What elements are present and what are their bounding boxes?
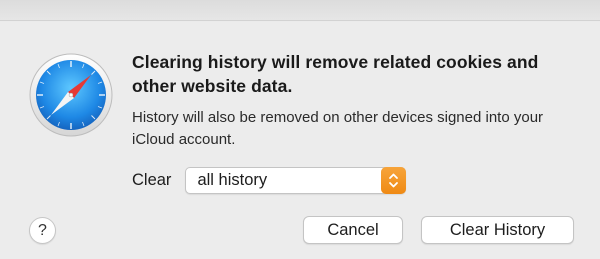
- clear-range-select[interactable]: all history: [185, 166, 407, 194]
- clear-history-button[interactable]: Clear History: [421, 216, 574, 244]
- dialog-message: History will also be removed on other de…: [132, 109, 544, 148]
- popup-stepper[interactable]: [381, 166, 407, 194]
- clear-range-value: all history: [197, 170, 268, 189]
- help-button[interactable]: ?: [29, 217, 56, 244]
- clear-label: Clear: [132, 170, 172, 189]
- dialog-top-edge: [0, 0, 600, 21]
- clear-history-dialog: Clearing history will remove related coo…: [0, 0, 600, 259]
- dialog-title: Clearing history will remove related coo…: [132, 52, 539, 96]
- chevron-up-down-icon: [389, 173, 399, 187]
- clear-range-row: Clear all history: [132, 166, 407, 194]
- cancel-button[interactable]: Cancel: [303, 216, 403, 244]
- safari-compass-icon: [29, 53, 113, 137]
